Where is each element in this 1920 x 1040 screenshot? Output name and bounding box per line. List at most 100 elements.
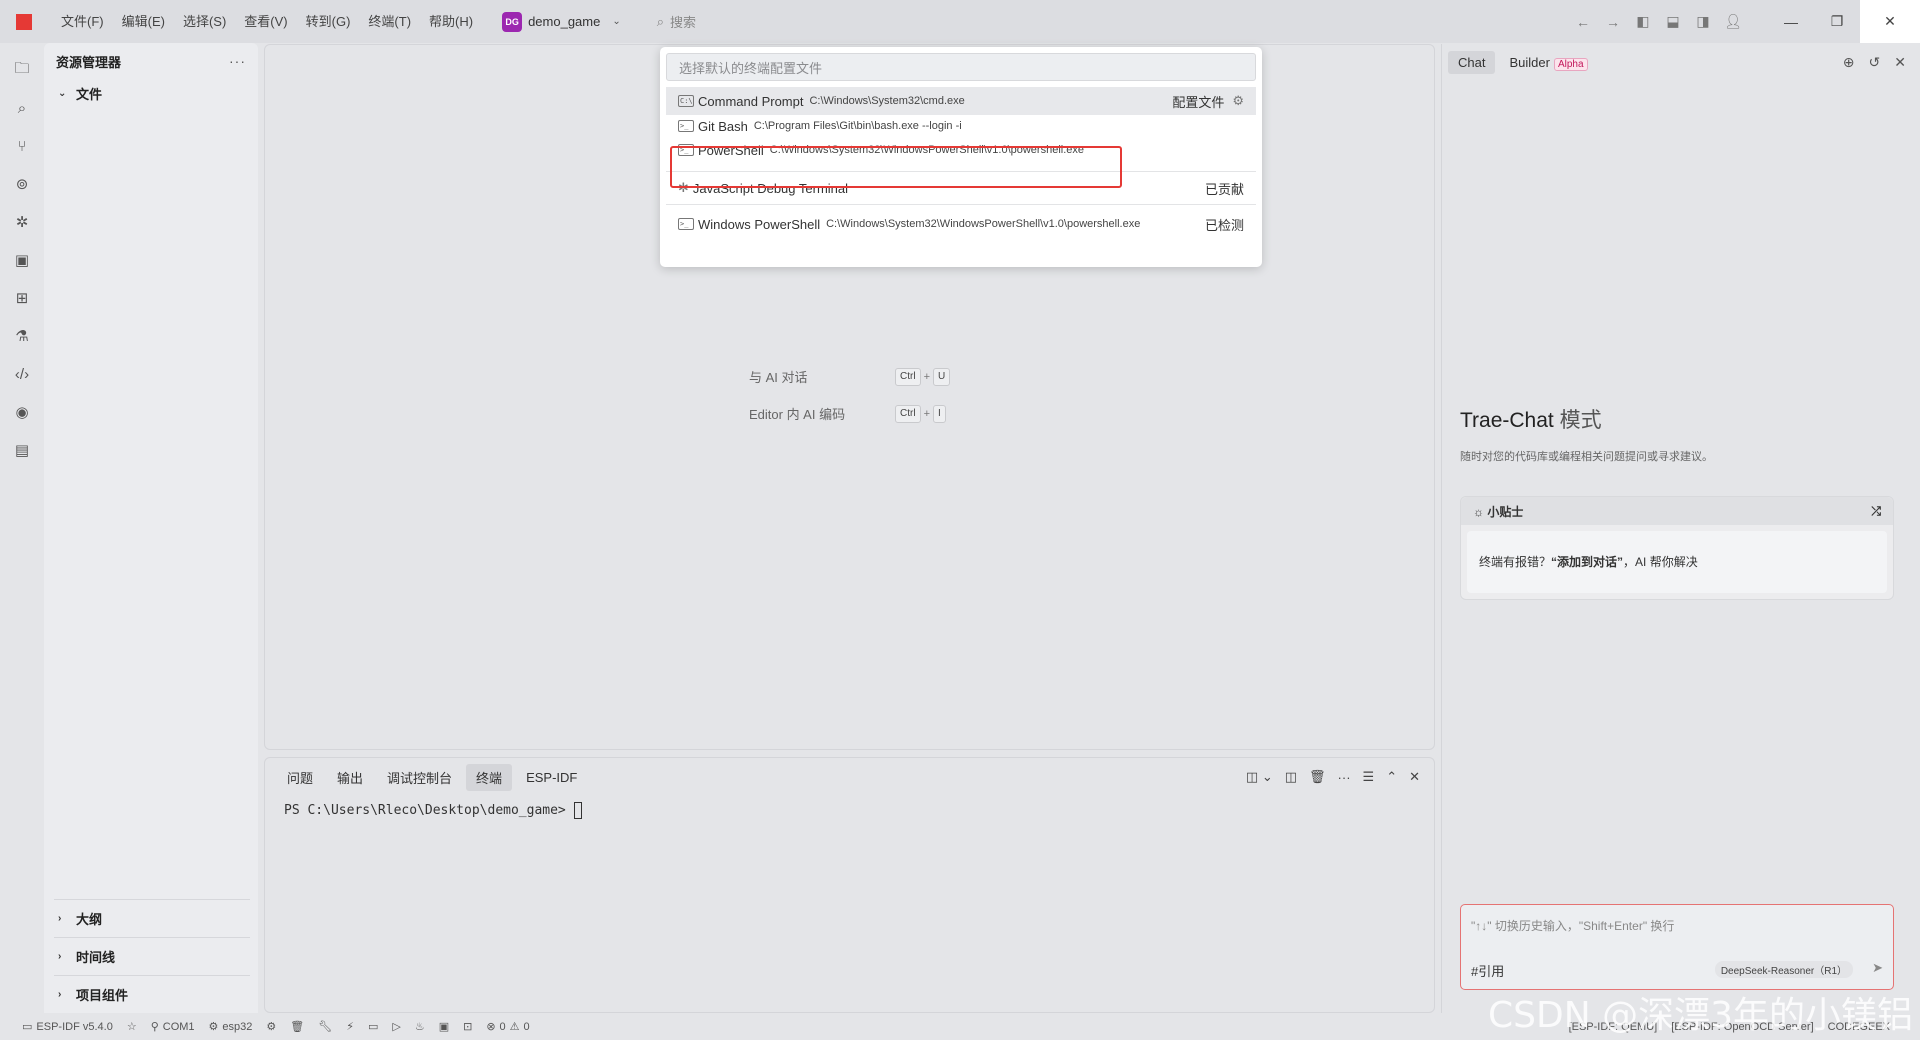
history-icon[interactable]: ↺ <box>1869 54 1881 71</box>
section-project-components[interactable]: › 项目组件 <box>54 975 250 1013</box>
chat-header-actions: ⊕ ↺ ✕ <box>1843 44 1906 80</box>
configure-profile[interactable]: 配置文件 ⚙ <box>1172 92 1244 111</box>
source-control-icon[interactable]: ⑂ <box>0 127 44 165</box>
settings-sliders-icon[interactable]: ☰ <box>1363 769 1375 785</box>
image-icon[interactable]: ▣ <box>439 1020 449 1033</box>
extensions-icon[interactable]: ⊞ <box>0 279 44 317</box>
section-outline-label: 大纲 <box>76 912 103 927</box>
menu-file[interactable]: 文件(F) <box>52 0 113 43</box>
quickpick-item-tag: 已贡献 <box>1204 181 1244 197</box>
quickpick-item-tag: 已检测 <box>1204 217 1244 233</box>
plus-sign: + <box>923 370 930 383</box>
quickpick-item-git-bash[interactable]: >_ Git Bash C:\Program Files\Git\bin\bas… <box>666 115 1256 137</box>
new-terminal-icon[interactable]: ◫ ⌄ <box>1246 769 1273 785</box>
menu-view[interactable]: 查看(V) <box>235 0 296 43</box>
send-icon[interactable]: ➤ <box>1872 960 1883 976</box>
menu-help[interactable]: 帮助(H) <box>420 0 482 43</box>
folder-root-label: 文件 <box>76 86 103 102</box>
debug-icon[interactable]: ▷ <box>392 1020 400 1033</box>
more-icon[interactable]: ··· <box>1338 770 1351 785</box>
search-placeholder: 搜索 <box>670 15 697 30</box>
section-outline[interactable]: › 大纲 <box>54 899 250 937</box>
close-icon[interactable]: ✕ <box>1894 54 1906 71</box>
quickpick-item-windows-powershell[interactable]: >_ Windows PowerShell C:\Windows\System3… <box>666 205 1256 243</box>
quickpick-item-command-prompt[interactable]: C:\ Command Prompt C:\Windows\System32\c… <box>666 87 1256 115</box>
tab-chat[interactable]: Chat <box>1448 50 1496 74</box>
new-chat-icon[interactable]: ⊕ <box>1843 54 1855 71</box>
espressif-icon[interactable]: ◉ <box>0 393 44 431</box>
problems-indicator[interactable]: ⊗ 0 ⚠ 0 <box>486 1020 529 1034</box>
esp-idf-version[interactable]: ▭ ESP-IDF v5.4.0 <box>22 1020 113 1034</box>
tab-problems[interactable]: 问题 <box>277 764 323 791</box>
trash-icon[interactable]: 🗑︎ <box>290 1020 304 1033</box>
shortcut-inline-ai-label: Editor 内 AI 编码 <box>749 407 846 422</box>
chat-panel: Chat Builder Alpha ⊕ ↺ ✕ Trae-Chat 模式 随时对… <box>1441 44 1920 1013</box>
project-switcher[interactable]: DG demo_game ⌄ <box>502 11 621 32</box>
shuffle-icon[interactable]: ⤮ <box>1871 504 1881 519</box>
tab-builder[interactable]: Builder Alpha <box>1499 51 1597 74</box>
toggle-panel-icon[interactable]: ⬓ <box>1658 0 1688 43</box>
remote-icon[interactable]: ⊚ <box>0 165 44 203</box>
menu-select[interactable]: 选择(S) <box>174 0 235 43</box>
back-arrow-icon[interactable]: ← <box>1568 0 1598 43</box>
tab-esp-idf[interactable]: ESP-IDF <box>516 766 587 789</box>
settings-icon[interactable]: ⚙ <box>266 1020 276 1033</box>
panel-actions: ◫ ⌄ ◫ 🗑︎ ··· ☰ ⌃ ✕ <box>1246 758 1420 796</box>
section-timeline[interactable]: › 时间线 <box>54 937 250 975</box>
trash-icon[interactable]: 🗑︎ <box>1309 769 1326 785</box>
lightbulb-icon: ☼ <box>1473 504 1484 519</box>
restore-button[interactable]: ❐ <box>1814 0 1860 43</box>
menu-terminal[interactable]: 终端(T) <box>359 0 420 43</box>
quickpick-input[interactable]: 选择默认的终端配置文件 <box>666 53 1256 81</box>
minimize-button[interactable]: — <box>1768 0 1814 43</box>
chat-description: 随时对您的代码库或编程相关问题提问或寻求建议。 <box>1460 451 1713 463</box>
star-icon[interactable]: ☆ <box>127 1020 137 1033</box>
toggle-sidebar-icon[interactable]: ◧ <box>1628 0 1658 43</box>
debug-icon[interactable]: ✲ <box>0 203 44 241</box>
menu-goto[interactable]: 转到(G) <box>297 0 360 43</box>
target-device[interactable]: ⚙ esp32 <box>209 1020 253 1034</box>
more-actions-icon[interactable]: ··· <box>229 53 246 69</box>
alpha-badge: Alpha <box>1553 57 1588 71</box>
terminal-icon[interactable]: ⊡ <box>463 1020 472 1033</box>
chat-input[interactable]: "↑↓" 切换历史输入，"Shift+Enter" 换行 #引用 DeepSee… <box>1460 904 1894 990</box>
section-project-components-label: 项目组件 <box>76 988 129 1003</box>
report-icon[interactable]: ▤ <box>0 431 44 469</box>
tab-debug-console[interactable]: 调试控制台 <box>377 764 462 791</box>
explorer-icon[interactable]: 🗀︎ <box>0 51 44 89</box>
code-icon[interactable]: ‹/› <box>0 355 44 393</box>
gear-icon[interactable]: ⚙ <box>1232 93 1244 109</box>
split-terminal-icon[interactable]: ◫ <box>1285 769 1297 785</box>
menu-edit[interactable]: 编辑(E) <box>113 0 174 43</box>
build-icon[interactable]: 🔧︎ <box>318 1020 332 1033</box>
search-icon: ⌕ <box>656 13 665 29</box>
account-icon[interactable]: 👤︎ <box>1718 0 1748 43</box>
toggle-secondary-sidebar-icon[interactable]: ◨ <box>1688 0 1718 43</box>
chat-mode-title: Trae-Chat 模式 <box>1460 404 1602 434</box>
forward-arrow-icon[interactable]: → <box>1598 0 1628 43</box>
error-count: 0 <box>499 1020 506 1033</box>
key-i: I <box>933 404 946 423</box>
tab-output[interactable]: 输出 <box>327 764 373 791</box>
chevron-down-icon: ⌄ <box>58 87 67 99</box>
monitor-icon[interactable]: ▭ <box>368 1020 378 1033</box>
flash-icon[interactable]: ⚡︎ <box>346 1020 354 1033</box>
model-selector[interactable]: DeepSeek-Reasoner（R1） <box>1714 961 1853 978</box>
tips-body: 终端有报错？“添加到对话”，AI 帮你解决 <box>1467 531 1887 593</box>
folder-root[interactable]: ⌄ 文件 <box>44 79 258 107</box>
testing-icon[interactable]: ⚗︎ <box>0 317 44 355</box>
terminal-output[interactable]: PS C:\Users\Rleco\Desktop\demo_game> <box>265 796 1434 825</box>
tab-terminal[interactable]: 终端 <box>466 763 513 791</box>
remote-explorer-icon[interactable]: ▣ <box>0 241 44 279</box>
close-panel-icon[interactable]: ✕ <box>1409 769 1420 785</box>
close-window-button[interactable]: ✕ <box>1860 0 1920 43</box>
command-search[interactable]: ⌕ 搜索 <box>657 12 696 31</box>
serial-port[interactable]: ⚲ COM1 <box>151 1020 195 1034</box>
tips-header: ☼ 小贴士 ⤮ <box>1461 497 1893 525</box>
terminal-icon: >_ <box>678 120 694 132</box>
search-icon[interactable]: ⌕ <box>0 89 44 127</box>
fire-icon[interactable]: ♨︎ <box>415 1020 425 1033</box>
reference-button[interactable]: #引用 <box>1471 961 1504 980</box>
tips-prefix: 终端有报错？ <box>1479 555 1552 569</box>
maximize-panel-icon[interactable]: ⌃ <box>1386 769 1397 785</box>
